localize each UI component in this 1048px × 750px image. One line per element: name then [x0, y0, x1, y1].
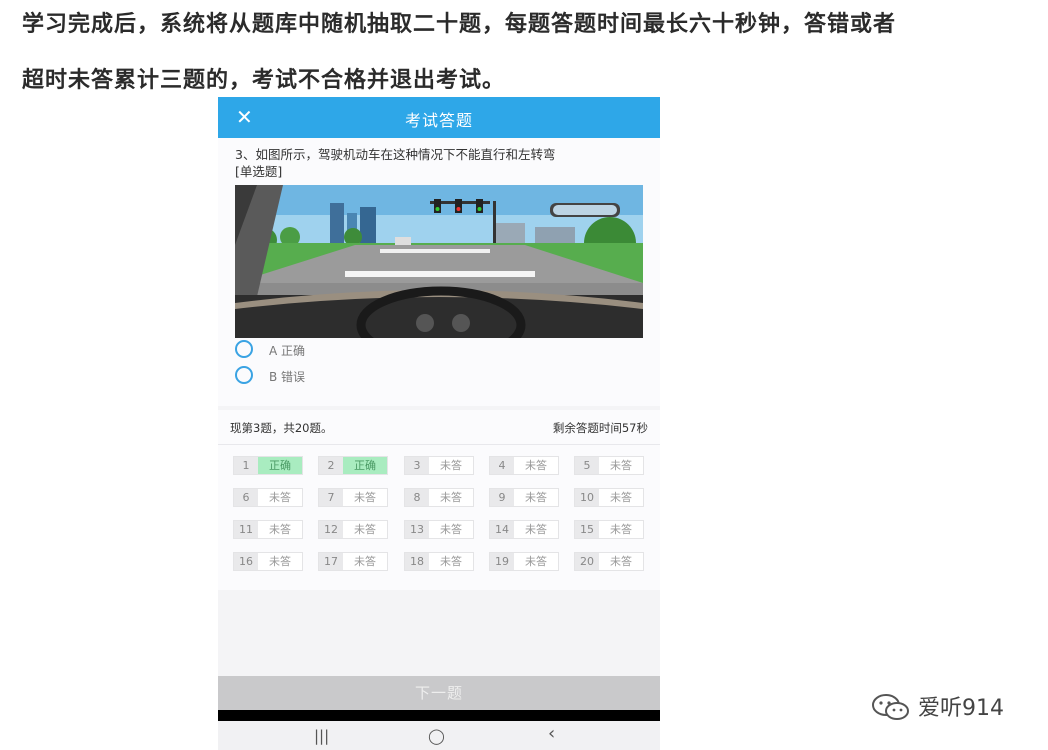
answer-cell-status: 未答 [269, 555, 291, 568]
intro-line-1: 学习完成后，系统将从题库中随机抽取二十题，每题答题时间最长六十秒钟，答错或者 [22, 12, 897, 37]
answer-cell-number: 2 [319, 457, 343, 474]
divider [218, 710, 660, 721]
answer-cell-6[interactable]: 6 未答 [233, 488, 303, 507]
answer-cell-status: 未答 [354, 491, 376, 504]
answer-cell-status: 未答 [610, 523, 632, 536]
home-icon[interactable]: ◯ [428, 727, 445, 745]
next-question-button[interactable]: 下一题 [218, 676, 660, 710]
answer-cell-20[interactable]: 20 未答 [574, 552, 644, 571]
option-b-label: B 错误 [269, 370, 306, 384]
answer-cell-5[interactable]: 5 未答 [574, 456, 644, 475]
radio-b[interactable] [235, 366, 253, 384]
answer-cell-number: 18 [405, 553, 429, 570]
back-icon[interactable]: ‹ [548, 723, 555, 744]
answer-cell-status: 未答 [610, 555, 632, 568]
question-area: 3、如图所示，驾驶机动车在这种情况下不能直行和左转弯 [单选题] A 正确 B … [218, 138, 660, 406]
option-a-label: A 正确 [269, 344, 306, 358]
answer-cell-7[interactable]: 7 未答 [318, 488, 388, 507]
answer-cell-number: 9 [490, 489, 514, 506]
answer-cell-10[interactable]: 10 未答 [574, 488, 644, 507]
answer-cell-status: 未答 [354, 523, 376, 536]
answer-cell-19[interactable]: 19 未答 [489, 552, 559, 571]
answer-cell-2[interactable]: 2 正确 [318, 456, 388, 475]
answer-cell-number: 6 [234, 489, 258, 506]
answer-cell-number: 20 [575, 553, 599, 570]
answer-cell-number: 19 [490, 553, 514, 570]
answer-cell-status: 未答 [269, 523, 291, 536]
answer-cell-status: 未答 [525, 555, 547, 568]
question-stem: 3、如图所示，驾驶机动车在这种情况下不能直行和左转弯 [235, 147, 556, 162]
answer-cell-12[interactable]: 12 未答 [318, 520, 388, 539]
answer-cell-number: 7 [319, 489, 343, 506]
answer-cell-number: 17 [319, 553, 343, 570]
question-progress: 现第3题，共20题。 [230, 421, 333, 435]
answer-cell-status: 未答 [354, 555, 376, 568]
answer-cell-number: 10 [575, 489, 599, 506]
answer-cell-status: 未答 [440, 459, 462, 472]
answer-cell-status: 未答 [440, 523, 462, 536]
answer-cell-number: 8 [405, 489, 429, 506]
recent-apps-icon[interactable]: ||| [314, 727, 329, 745]
intro-line-2: 超时未答累计三题的，考试不合格并退出考试。 [22, 68, 506, 93]
watermark-text: 爱听914 [918, 696, 1004, 721]
answer-cell-number: 3 [405, 457, 429, 474]
answer-cell-number: 15 [575, 521, 599, 538]
answer-cell-number: 11 [234, 521, 258, 538]
answer-cell-number: 16 [234, 553, 258, 570]
remaining-time: 剩余答题时间57秒 [552, 421, 648, 435]
answer-grid: 1 正确 2 正确 3 未答 4 未答 5 未答 6 未答 7 未答 8 未答 9 未答 10 未答 11 未答 12 未答 1… [218, 445, 660, 590]
answer-cell-11[interactable]: 11 未答 [233, 520, 303, 539]
answer-cell-16[interactable]: 16 未答 [233, 552, 303, 571]
answer-cell-status: 正确 [258, 457, 302, 474]
answer-cell-3[interactable]: 3 未答 [404, 456, 474, 475]
answer-cell-13[interactable]: 13 未答 [404, 520, 474, 539]
answer-cell-status: 正确 [343, 457, 387, 474]
answer-cell-14[interactable]: 14 未答 [489, 520, 559, 539]
answer-cell-status: 未答 [610, 459, 632, 472]
answer-cell-status: 未答 [610, 491, 632, 504]
answer-cell-status: 未答 [269, 491, 291, 504]
answer-cell-4[interactable]: 4 未答 [489, 456, 559, 475]
answer-cell-number: 13 [405, 521, 429, 538]
answer-cell-17[interactable]: 17 未答 [318, 552, 388, 571]
answer-cell-status: 未答 [525, 459, 547, 472]
answer-cell-status: 未答 [440, 555, 462, 568]
answer-cell-status: 未答 [525, 491, 547, 504]
answer-cell-status: 未答 [440, 491, 462, 504]
answer-cell-number: 12 [319, 521, 343, 538]
android-nav-bar: ||| ◯ ‹ [218, 721, 660, 750]
driving-scene-image [235, 185, 643, 338]
answer-cell-status: 未答 [525, 523, 547, 536]
answer-cell-18[interactable]: 18 未答 [404, 552, 474, 571]
question-type: [单选题] [235, 164, 283, 179]
answer-cell-8[interactable]: 8 未答 [404, 488, 474, 507]
answer-cell-number: 1 [234, 457, 258, 474]
progress-bar: 现第3题，共20题。 剩余答题时间57秒 [218, 410, 660, 445]
answer-cell-number: 5 [575, 457, 599, 474]
title-bar: ✕ 考试答题 [218, 97, 660, 138]
answer-cell-number: 14 [490, 521, 514, 538]
answer-cell-15[interactable]: 15 未答 [574, 520, 644, 539]
page-title: 考试答题 [404, 111, 473, 130]
question-text: 3、如图所示，驾驶机动车在这种情况下不能直行和左转弯 [单选题] [235, 146, 645, 180]
wechat-icon [872, 694, 909, 720]
answer-cell-1[interactable]: 1 正确 [233, 456, 303, 475]
radio-a[interactable] [235, 340, 253, 358]
phone-screen: ✕ 考试答题 3、如图所示，驾驶机动车在这种情况下不能直行和左转弯 [单选题] [218, 97, 660, 750]
answer-cell-9[interactable]: 9 未答 [489, 488, 559, 507]
answer-cell-number: 4 [490, 457, 514, 474]
